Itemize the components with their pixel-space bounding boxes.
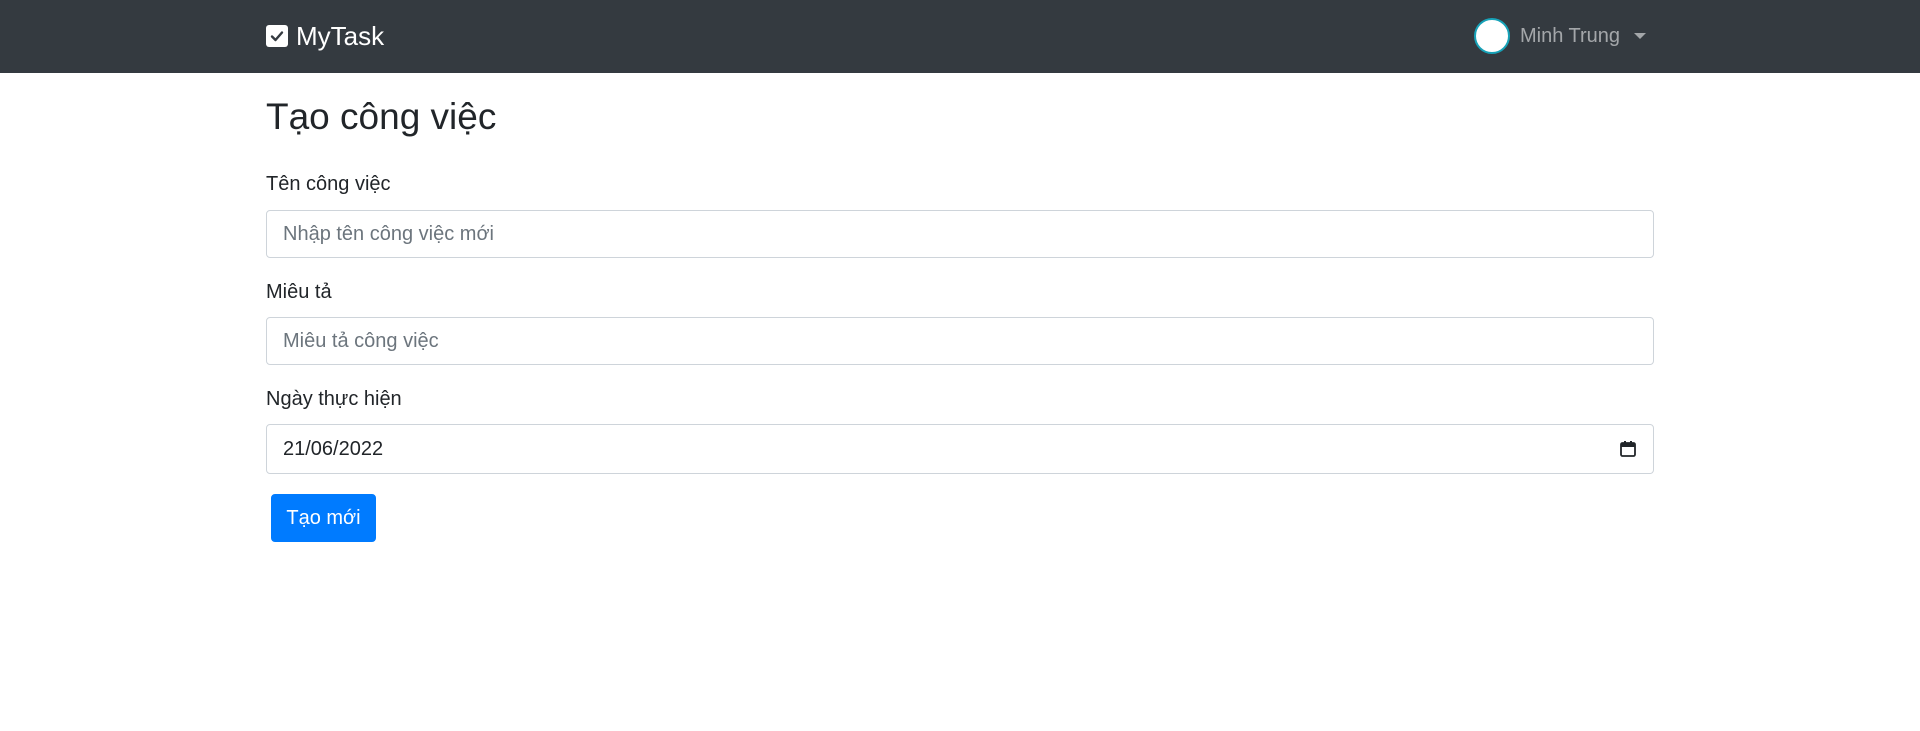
description-input[interactable]: [266, 317, 1654, 365]
user-name: Minh Trung: [1520, 24, 1621, 47]
check-square-icon: [266, 25, 288, 47]
top-navbar: MyTask Minh Trung: [0, 0, 1920, 73]
task-name-label: Tên công việc: [266, 173, 391, 195]
date-label: Ngày thực hiện: [266, 388, 402, 410]
brand-name: MyTask: [296, 20, 385, 51]
user-menu-toggle[interactable]: Minh Trung: [1474, 16, 1647, 56]
description-label: Miêu tả: [266, 281, 332, 303]
caret-down-icon: [1634, 33, 1647, 39]
calendar-icon[interactable]: [1619, 440, 1637, 458]
brand-link[interactable]: MyTask: [266, 18, 384, 54]
task-name-input[interactable]: [266, 210, 1654, 258]
date-input[interactable]: 21/06/2022: [266, 424, 1654, 474]
create-button[interactable]: Tạo mới: [271, 494, 376, 542]
page-title: Tạo công việc: [266, 96, 497, 137]
avatar: [1474, 18, 1510, 54]
date-value: 21/06/2022: [283, 437, 384, 460]
